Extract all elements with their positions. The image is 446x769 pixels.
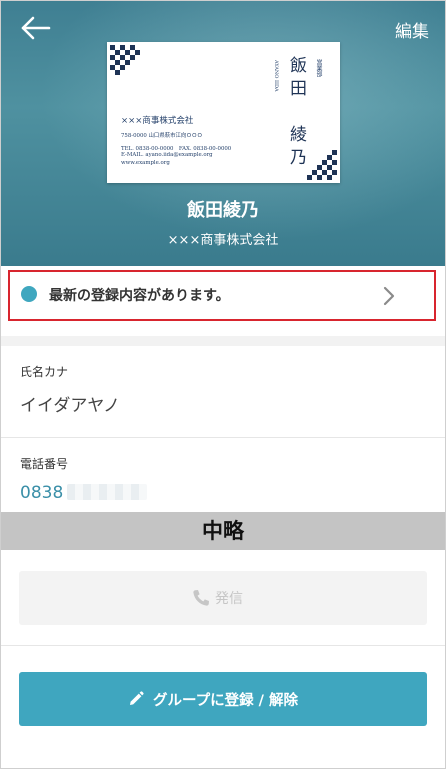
section-gap	[1, 336, 445, 346]
update-banner-text: 最新の登録内容があります。	[49, 288, 230, 304]
card-department: 営業部	[315, 59, 322, 77]
card-name-roman: AYANO IIDA	[273, 60, 279, 92]
pencil-icon	[130, 691, 144, 705]
contact-name: 飯田綾乃	[187, 200, 259, 221]
checker-pattern-icon	[307, 150, 337, 180]
kana-value: イイダアヤノ	[20, 396, 120, 416]
group-register-button[interactable]: グループに登録 / 解除	[19, 672, 427, 726]
call-button-label: 発信	[215, 591, 243, 607]
back-arrow-icon[interactable]	[19, 13, 53, 43]
card-url: www.example.org	[121, 160, 170, 166]
card-email: E-MAIL. ayano.iida@example.org	[121, 152, 213, 158]
card-company-name: ×××商事株式会社	[121, 116, 194, 126]
business-card-image[interactable]: ×××商事株式会社 758-0000 山口県萩市江向ＯＯＯ TEL. 0838-…	[107, 42, 340, 183]
new-indicator-dot	[21, 286, 37, 302]
contact-header: 編集 ×××商事株式会社 758-0000 山口県萩市江向ＯＯＯ TEL. 08…	[1, 1, 445, 266]
contact-detail-screen: 編集 ×××商事株式会社 758-0000 山口県萩市江向ＯＯＯ TEL. 08…	[0, 0, 446, 769]
checker-pattern-icon	[110, 45, 140, 75]
group-register-label: グループに登録 / 解除	[153, 693, 299, 709]
redacted-phone-digits	[67, 484, 147, 500]
kana-label: 氏名カナ	[20, 365, 69, 379]
divider	[1, 437, 445, 438]
divider	[1, 645, 445, 646]
card-tel-fax: TEL. 0838-00-0000 FAX. 0838-00-0000	[121, 146, 232, 152]
omitted-section-bar: 中略	[1, 512, 445, 550]
edit-button[interactable]: 編集	[395, 17, 429, 42]
phone-icon	[193, 590, 209, 606]
contact-company: ×××商事株式会社	[167, 233, 279, 248]
card-name-vertical: 飯田 綾乃	[286, 56, 306, 171]
phone-number-link[interactable]: 0838	[20, 483, 63, 503]
chevron-right-icon[interactable]	[382, 286, 396, 306]
call-button[interactable]: 発信	[19, 571, 427, 625]
card-address: 758-0000 山口県萩市江向ＯＯＯ	[121, 133, 203, 139]
phone-label: 電話番号	[20, 457, 69, 471]
